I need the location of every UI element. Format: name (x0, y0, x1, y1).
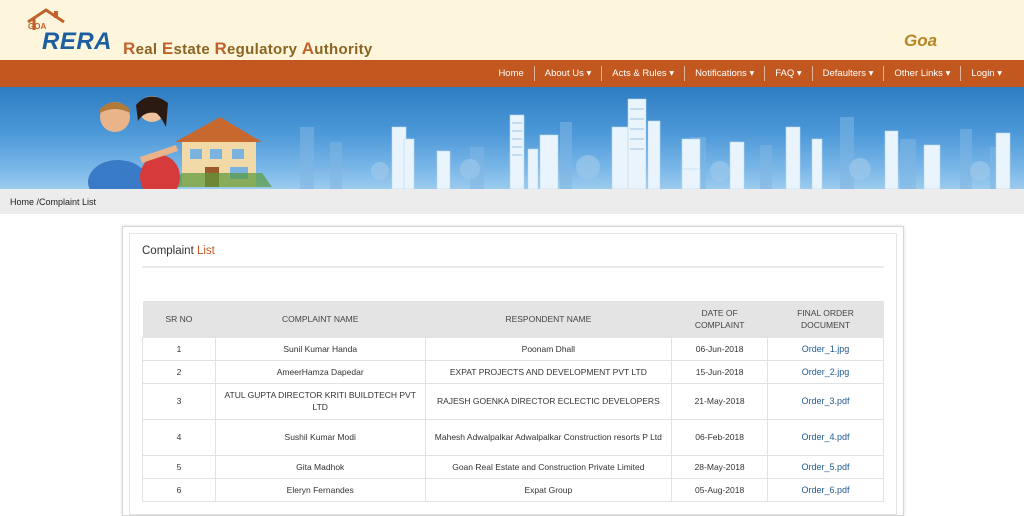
cell-doc: Order_6.pdf (767, 477, 884, 502)
cell-sr: 4 (142, 418, 216, 456)
cell-doc: Order_4.pdf (767, 418, 884, 456)
title-divider (142, 266, 884, 268)
cell-doc: Order_2.jpg (767, 359, 884, 384)
cell-sr: 3 (142, 382, 216, 420)
authority-rest-1: eal (135, 41, 162, 58)
cell-complainant: Sunil Kumar Handa (214, 336, 426, 361)
authority-title: Real Estate Regulatory Authority (123, 39, 373, 59)
table-row: 4 Sushil Kumar Modi Mahesh Adwalpalkar A… (142, 418, 884, 456)
cell-date: 28-May-2018 (671, 454, 769, 479)
cell-complainant: AmeerHamza Dapedar (214, 359, 426, 384)
header-sr-no-text: SR NO (165, 313, 193, 324)
breadcrumb-text[interactable]: Home /Complaint List (10, 197, 96, 207)
cell-respondent: Mahesh Adwalpalkar Adwalpalkar Construct… (424, 418, 673, 456)
city-skyline-illustration (88, 96, 1011, 189)
nav-faq[interactable]: FAQ ▾ (764, 66, 811, 81)
cell-date: 06-Jun-2018 (671, 336, 769, 361)
authority-cap-2: E (161, 39, 174, 58)
cell-doc: Order_5.pdf (767, 454, 884, 479)
authority-rest-3: egulatory (227, 41, 302, 58)
breadcrumb: Home /Complaint List (0, 189, 1024, 214)
authority-rest-2: state (173, 41, 215, 58)
cell-complainant: Sushil Kumar Modi (214, 418, 426, 456)
nav-home[interactable]: Home (488, 66, 533, 81)
cell-sr: 1 (142, 336, 216, 361)
header-sr-no: SR NO (142, 301, 216, 337)
cell-sr: 2 (142, 359, 216, 384)
table-row: 3 ATUL GUPTA DIRECTOR KRITI BUILDTECH PV… (142, 382, 884, 420)
cell-respondent: RAJESH GOENKA DIRECTOR ECLECTIC DEVELOPE… (424, 382, 673, 420)
header-complaint-name-text: COMPLAINT NAME (282, 313, 359, 324)
nav-about-us[interactable]: About Us ▾ (533, 66, 601, 81)
cell-date: 05-Aug-2018 (671, 477, 769, 502)
page-title: Complaint List (142, 245, 215, 257)
header-date: DATE OF COMPLAINT (671, 301, 768, 337)
header-date-line2: COMPLAINT (694, 319, 745, 330)
main-navbar: Home About Us ▾ Acts & Rules ▾ Notificat… (0, 60, 1024, 87)
header-final-order: FINAL ORDER DOCUMENT (767, 301, 884, 337)
cell-sr: 6 (142, 477, 216, 502)
complaint-list-card: Complaint List SR NO COMPLAINT NAME RESP… (122, 226, 904, 516)
nav-acts-rules[interactable]: Acts & Rules ▾ (601, 66, 684, 81)
cell-doc: Order_1.jpg (767, 336, 884, 361)
table-row: 2 AmeerHamza Dapedar EXPAT PROJECTS AND … (142, 359, 884, 384)
rera-logo[interactable]: GOA RERA (12, 4, 122, 56)
cell-respondent: Goan Real Estate and Construction Privat… (424, 454, 673, 479)
nav-notifications[interactable]: Notifications ▾ (684, 66, 764, 81)
order-document-link[interactable]: Order_2.jpg (802, 367, 850, 377)
table-row: 1 Sunil Kumar Handa Poonam Dhall 06-Jun-… (142, 336, 884, 361)
cell-complainant: ATUL GUPTA DIRECTOR KRITI BUILDTECH PVT … (214, 382, 426, 420)
cell-complainant: Gita Madhok (214, 454, 426, 479)
table-header-row: SR NO COMPLAINT NAME RESPONDENT NAME DAT… (142, 301, 884, 337)
cell-date: 21-May-2018 (671, 382, 769, 420)
cell-doc: Order_3.pdf (767, 382, 884, 420)
complaint-table: SR NO COMPLAINT NAME RESPONDENT NAME DAT… (142, 301, 884, 502)
title-accent: List (196, 245, 215, 257)
header-final-line2: DOCUMENT (800, 319, 851, 330)
cell-date: 15-Jun-2018 (671, 359, 769, 384)
authority-cap-3: R (214, 39, 228, 58)
authority-cap-1: R (123, 39, 136, 58)
cell-sr: 5 (142, 454, 216, 479)
nav-menu: Home About Us ▾ Acts & Rules ▾ Notificat… (488, 60, 1012, 87)
authority-rest-4: uthority (314, 41, 373, 58)
nav-defaulters[interactable]: Defaulters ▾ (811, 66, 884, 81)
table-row: 6 Eleryn Fernandes Expat Group 05-Aug-20… (142, 477, 884, 502)
order-document-link[interactable]: Order_5.pdf (802, 462, 850, 472)
header-date-line1: DATE OF (701, 307, 738, 318)
cell-respondent: Poonam Dhall (424, 336, 673, 361)
order-document-link[interactable]: Order_6.pdf (802, 485, 850, 495)
order-document-link[interactable]: Order_4.pdf (802, 432, 850, 442)
state-label: Goa (904, 31, 938, 50)
header-respondent-name-text: RESPONDENT NAME (505, 313, 592, 324)
nav-other-links[interactable]: Other Links ▾ (883, 66, 960, 81)
cell-respondent: Expat Group (424, 477, 673, 502)
cell-respondent: EXPAT PROJECTS AND DEVELOPMENT PVT LTD (424, 359, 673, 384)
authority-cap-4: A (301, 39, 315, 58)
complaint-list-panel: Complaint List SR NO COMPLAINT NAME RESP… (129, 233, 897, 515)
cell-complainant: Eleryn Fernandes (214, 477, 426, 502)
header-final-line1: FINAL ORDER (797, 307, 854, 318)
logo-rera-text: RERA (42, 28, 113, 55)
order-document-link[interactable]: Order_1.jpg (802, 344, 850, 354)
hero-banner (0, 87, 1024, 189)
order-document-link[interactable]: Order_3.pdf (802, 396, 850, 406)
title-main: Complaint (142, 245, 197, 257)
header-complaint-name: COMPLAINT NAME (215, 301, 426, 337)
header-respondent-name: RESPONDENT NAME (425, 301, 672, 337)
nav-login[interactable]: Login ▾ (960, 66, 1012, 81)
table-row: 5 Gita Madhok Goan Real Estate and Const… (142, 454, 884, 479)
cell-date: 06-Feb-2018 (671, 418, 769, 456)
site-header: GOA RERA Real Estate Regulatory Authorit… (0, 0, 1024, 60)
